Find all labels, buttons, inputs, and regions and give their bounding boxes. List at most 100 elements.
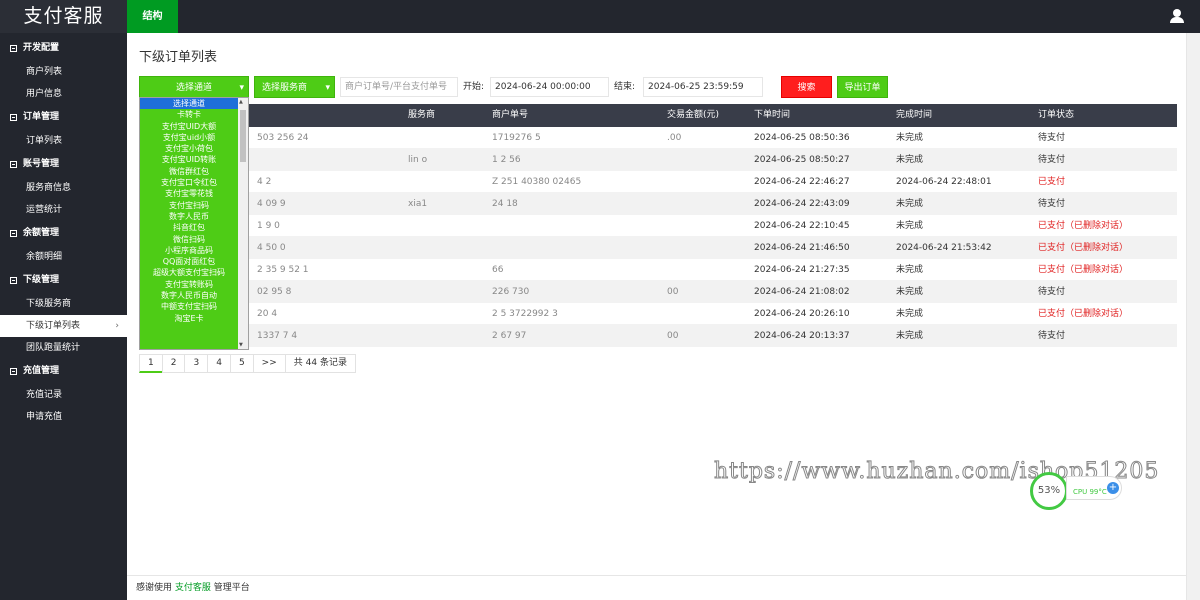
dropdown-option[interactable]: 微信扫码 [140,234,248,245]
page-scrollbar[interactable] [1186,33,1200,600]
dropdown-option[interactable]: 微信群红包 [140,166,248,177]
sidebar-item-label: 订单列表 [26,136,63,146]
page-button[interactable]: 3 [184,354,209,373]
dropdown-option[interactable]: 支付宝零花钱 [140,188,248,199]
sidebar-item[interactable]: 服务商信息 [0,177,127,199]
sidebar-item[interactable]: 下级服务商 [0,293,127,315]
dropdown-option[interactable]: 超级大额支付宝扫码 [140,267,248,278]
dropdown-option[interactable]: 支付宝UID大额 [140,121,248,132]
dropdown-scrollbar[interactable]: ▲ ▼ [238,98,248,349]
search-button[interactable]: 搜索 [781,76,832,98]
dropdown-option[interactable]: 选择通道 [140,98,248,110]
sidebar-item-label: 服务商信息 [26,183,72,193]
channel-select[interactable]: 选择通道 ▾ [139,76,249,98]
cpu-widget[interactable]: 53% CPU 99°C + [1030,472,1122,510]
chevron-right-icon: › [115,321,119,331]
table-row[interactable]: lin o 1 2 56 2024-06-25 08:50:27 未完成 待支付 [139,149,1177,171]
sidebar-item[interactable]: 申请充值 [0,406,127,428]
table-row[interactable]: 1337 7 4 2 67 97 00 2024-06-24 20:13:37 … [139,325,1177,347]
cell-merchant-no: 66 [492,265,504,275]
sidebar-group[interactable]: 订单管理 [0,105,127,130]
table-row[interactable]: 4 09 9 xia1 24 18 2024-06-24 22:43:09 未完… [139,193,1177,215]
footer-suffix: 管理平台 [213,583,250,593]
sidebar-item[interactable]: 充值记录 [0,384,127,406]
collapse-icon [10,114,17,121]
page-button[interactable]: 5 [229,354,254,373]
cell-id: 4 50 0 [257,243,286,253]
channel-dropdown-list[interactable]: 选择通道 卡转卡 支付宝UID大额 支付宝uid小额 支付宝小荷包 支付宝UID转账 微信群… [139,97,249,350]
dropdown-option[interactable]: QQ面对面红包 [140,256,248,267]
dropdown-option[interactable]: 抖音红包 [140,222,248,233]
table-row[interactable]: 4 2 Z 251 40380 02465 2024-06-24 22:46:2… [139,171,1177,193]
table-row[interactable]: 4 50 0 2024-06-24 21:46:50 2024-06-24 21… [139,237,1177,259]
scroll-down-icon[interactable]: ▼ [239,342,243,348]
sidebar-item-label: 商户列表 [26,67,63,77]
sidebar-group[interactable]: 下级管理 [0,268,127,293]
dropdown-option[interactable]: 小程序商品码 [140,245,248,256]
sidebar-item[interactable]: 运营统计 [0,199,127,221]
cell-id: 20 4 [257,309,278,319]
start-date-input[interactable]: 2024-06-24 00:00:00 [490,77,609,97]
plus-icon[interactable]: + [1107,482,1119,494]
tab-structure[interactable]: 结构 [127,0,178,33]
cell-id: 503 256 24 [257,133,309,143]
sidebar-item[interactable]: 团队跑量统计 [0,337,127,359]
channel-select-label: 选择通道 [175,83,212,93]
pagination: 1 2 3 4 5 >> 共 44 条记录 [139,354,356,373]
sidebar-group-title: 开发配置 [23,43,60,53]
provider-select[interactable]: 选择服务商 ▾ [254,76,335,98]
table-row[interactable]: 2 35 9 52 1 66 2024-06-24 21:27:35 未完成 已… [139,259,1177,281]
table-row[interactable]: 20 4 2 5 3722992 3 2024-06-24 20:26:10 未… [139,303,1177,325]
sidebar-group[interactable]: 余额管理 [0,221,127,246]
cell-status: 已支付（已删除对话） [1038,221,1129,231]
sidebar-group[interactable]: 开发配置 [0,36,127,61]
cell-done-time: 未完成 [896,309,924,319]
sidebar-item[interactable]: 商户列表 [0,61,127,83]
next-page-button[interactable]: >> [252,354,286,373]
sidebar-group[interactable]: 充值管理 [0,359,127,384]
cell-provider: xia1 [408,199,428,209]
export-button[interactable]: 导出订单 [837,76,888,98]
scroll-up-icon[interactable]: ▲ [239,99,243,105]
cell-merchant-no: 1 2 56 [492,155,521,165]
sidebar-item[interactable]: 订单列表 [0,130,127,152]
footer-prefix: 感谢使用 [136,583,173,593]
scroll-thumb[interactable] [240,110,246,162]
page-button[interactable]: 2 [161,354,186,373]
table-row[interactable]: 02 95 8 226 730 00 2024-06-24 21:08:02 未… [139,281,1177,303]
page-button[interactable]: 4 [207,354,231,373]
dropdown-option[interactable]: 中额支付宝扫码 [140,301,248,312]
sidebar-group-title: 账号管理 [23,159,60,169]
dropdown-option[interactable]: 淘宝E卡 [140,313,248,324]
cell-amount: 00 [667,287,679,297]
dropdown-option[interactable]: 支付宝小荷包 [140,143,248,154]
table-row[interactable]: 1 9 0 2024-06-24 22:10:45 未完成 已支付（已删除对话） [139,215,1177,237]
dropdown-option[interactable]: 支付宝口令红包 [140,177,248,188]
table-row[interactable]: 503 256 24 1719276 5 .00 2024-06-25 08:5… [139,127,1177,149]
cell-status: 待支付 [1038,287,1066,297]
dropdown-option[interactable]: 支付宝uid小额 [140,132,248,143]
dropdown-option[interactable]: 支付宝转账码 [140,279,248,290]
page-button[interactable]: 1 [139,354,163,373]
dropdown-option[interactable]: 支付宝UID转账 [140,154,248,165]
sidebar-item[interactable]: 余额明细 [0,246,127,268]
dropdown-option[interactable]: 卡转卡 [140,109,248,120]
dropdown-option[interactable]: 数字人民币自动 [140,290,248,301]
collapse-icon [10,230,17,237]
sidebar-item[interactable]: 下级订单列表 › [0,315,127,337]
user-icon[interactable] [1170,9,1184,23]
collapse-icon [10,45,17,52]
end-date-input[interactable]: 2024-06-25 23:59:59 [643,77,763,97]
cell-done-time: 未完成 [896,287,924,297]
dropdown-option[interactable]: 支付宝扫码 [140,200,248,211]
sidebar-group[interactable]: 账号管理 [0,152,127,177]
cell-amount: .00 [667,133,682,143]
cell-done-time: 未完成 [896,221,924,231]
sidebar-item[interactable]: 用户信息 [0,83,127,105]
collapse-icon [10,368,17,375]
cell-status: 已支付 [1038,177,1066,187]
dropdown-option[interactable]: 数字人民币 [140,211,248,222]
cpu-label: CPU 99°C [1073,488,1107,496]
order-search-input[interactable]: 商户订单号/平台支付单号 [340,77,458,97]
footer-product-link[interactable]: 支付客服 [175,583,211,593]
